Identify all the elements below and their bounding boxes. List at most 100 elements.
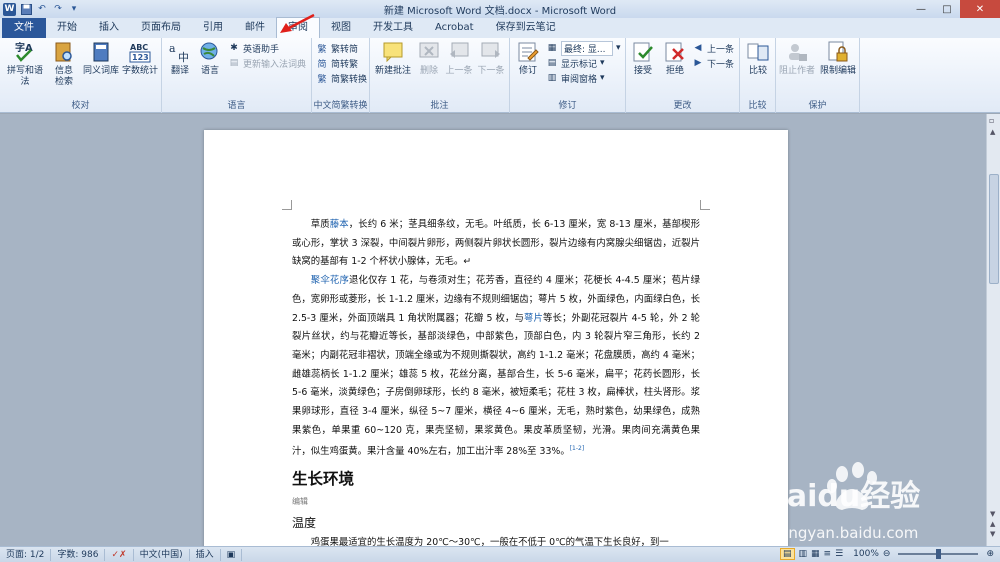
undo-icon[interactable]: ↶ [36,3,48,15]
group-label-tracking: 修订 [558,101,577,111]
maximize-button[interactable]: □ [934,0,960,18]
new-comment-button[interactable]: 新建批注 [374,40,412,77]
edit-link[interactable]: 编辑 [292,494,700,510]
previous-page-icon[interactable]: ▲ [990,520,995,528]
tab-mailings[interactable]: 邮件 [234,18,276,38]
translate-icon: a中 [168,40,192,64]
word-app-icon[interactable]: W [3,2,16,16]
track-changes-icon [516,40,540,64]
track-changes-button[interactable]: 修订 [514,40,542,77]
full-screen-view-icon[interactable]: ▥ [799,549,808,559]
next-page-icon[interactable]: ▼ [990,530,995,538]
translate-button[interactable]: a中 翻译 [166,40,194,77]
previous-change-icon: ◀ [694,43,702,53]
tab-references[interactable]: 引用 [192,18,234,38]
language-indicator[interactable]: 中文(中国) [134,548,190,561]
status-bar: 页面: 1/2 字数: 986 ✓✗ 中文(中国) 插入 ▣ ▤ ▥ ▦ ≡ ☰… [0,546,1000,562]
group-proofing: 字A 拼写和语法 信息检索 同义词库 ABC 123 字数统计 校对 [0,38,162,113]
tab-home[interactable]: 开始 [46,18,88,38]
language-button[interactable]: 语言 [196,40,224,77]
tab-save-to-cloud-notes[interactable]: 保存到云笔记 [485,18,567,38]
status-right: ▤ ▥ ▦ ≡ ☰ 100% ⊖ ⊕ [780,548,994,560]
link-e-pian[interactable]: 萼片 [524,313,543,324]
group-label-changes: 更改 [673,101,692,111]
update-ime-dictionary-button[interactable]: ▤ 更新输入法词典 [228,56,306,70]
link-ju-san-hua-xu[interactable]: 聚伞花序 [311,275,349,286]
web-layout-view-icon[interactable]: ▦ [811,549,820,559]
group-comments: 新建批注 删除 上一条 下一条 批注 [370,38,510,113]
zoom-slider[interactable] [898,549,979,559]
svg-text:123: 123 [132,53,149,62]
word-counter[interactable]: 字数: 986 [51,548,106,561]
heading-temperature: 温度 [292,516,317,531]
quick-access-toolbar: W ↶ ↷ ▾ [0,2,160,16]
zoom-level[interactable]: 100% [853,549,879,559]
zoom-slider-knob[interactable] [936,549,942,559]
show-markup-button[interactable]: ▤ 显示标记 ▾ [546,56,605,70]
svg-text:a: a [169,42,176,55]
display-for-review-dropdown[interactable]: ▦ 最终: 显... ▾ [546,40,621,56]
lock-document-icon [826,40,850,64]
outline-view-icon[interactable]: ≡ [824,549,832,559]
print-layout-view-icon[interactable]: ▤ [780,548,795,560]
proofing-status-icon[interactable]: ✓✗ [105,548,134,561]
thesaurus-button[interactable]: 同义词库 [80,40,122,77]
draft-view-icon[interactable]: ☰ [835,549,843,559]
spelling-grammar-button[interactable]: 字A 拼写和语法 [4,40,46,88]
word-count-button[interactable]: ABC 123 字数统计 [120,40,160,77]
english-assistant-button[interactable]: ✱ 英语助手 [228,41,279,55]
previous-comment-button[interactable]: 上一条 [444,40,474,77]
customize-dropdown-icon[interactable]: ▾ [68,3,80,15]
zoom-in-icon[interactable]: ⊕ [986,549,994,559]
next-change-icon: ▶ [694,58,702,68]
save-icon[interactable] [20,3,32,15]
page-counter[interactable]: 页面: 1/2 [0,548,52,561]
accept-button[interactable]: 接受 [628,40,658,77]
document-page[interactable]: 草质藤本，长约 6 米；茎具细条纹，无毛。叶纸质，长 6-13 厘米，宽 8-1… [204,130,788,546]
group-label-language: 语言 [227,101,246,111]
scroll-up-icon[interactable]: ▲ [990,128,995,136]
previous-change-button[interactable]: ◀ 上一条 [692,41,734,55]
minimize-button[interactable]: — [908,0,934,18]
chevron-down-icon: ▾ [616,43,621,53]
macro-record-icon[interactable]: ▣ [221,548,243,561]
svg-text:中: 中 [178,51,189,64]
research-button[interactable]: 信息检索 [50,40,78,88]
tab-page-layout[interactable]: 页面布局 [130,18,192,38]
redo-icon[interactable]: ↷ [52,3,64,15]
link-teng-ben[interactable]: 藤本 [330,219,349,230]
reject-button[interactable]: 拒绝 [660,40,690,77]
next-comment-button[interactable]: 下一条 [476,40,506,77]
globe-icon [198,40,222,64]
vertical-scrollbar[interactable]: ▫ ▲ ▼ ▲ ▼ [986,114,1000,546]
group-changes: 接受 拒绝 ◀ 上一条 ▶ 下一条 更改 [626,38,740,113]
tab-file[interactable]: 文件 [2,18,46,38]
reviewing-pane-button[interactable]: ▥ 审阅窗格 ▾ [546,71,605,85]
group-label-proofing: 校对 [71,101,90,111]
compare-button[interactable]: 比较 [744,40,772,77]
restrict-editing-button[interactable]: 限制编辑 [818,40,858,77]
accept-icon [631,40,655,64]
trad-to-simp-button[interactable]: 繁 繁转简 [316,41,358,55]
document-body[interactable]: 草质藤本，长约 6 米；茎具细条纹，无毛。叶纸质，长 6-13 厘米，宽 8-1… [292,216,700,546]
chevron-down-icon: ▾ [600,73,605,83]
tab-developer[interactable]: 开发工具 [362,18,424,38]
tab-acrobat[interactable]: Acrobat [424,18,485,38]
block-authors-button[interactable]: 阻止作者 [778,40,816,77]
insert-mode[interactable]: 插入 [190,548,221,561]
zoom-out-icon[interactable]: ⊖ [883,549,891,559]
ruler-toggle-icon[interactable]: ▫ [989,116,994,125]
delete-comment-button[interactable]: 删除 [416,40,442,77]
tab-view[interactable]: 视图 [320,18,362,38]
reviewing-pane-icon: ▥ [547,73,557,83]
scrollbar-thumb[interactable] [989,174,999,284]
simp-to-trad-button[interactable]: 简 简转繁 [316,56,358,70]
tab-insert[interactable]: 插入 [88,18,130,38]
close-button[interactable]: ✕ [960,0,1000,18]
simp-trad-convert-button[interactable]: 繁 简繁转换 [316,71,367,85]
trad-to-simp-icon: 繁 [317,44,327,55]
scroll-down-icon[interactable]: ▼ [990,510,995,518]
svg-text:ABC: ABC [130,43,148,52]
citation-ref[interactable]: [1-2] [570,445,584,452]
next-change-button[interactable]: ▶ 下一条 [692,56,734,70]
